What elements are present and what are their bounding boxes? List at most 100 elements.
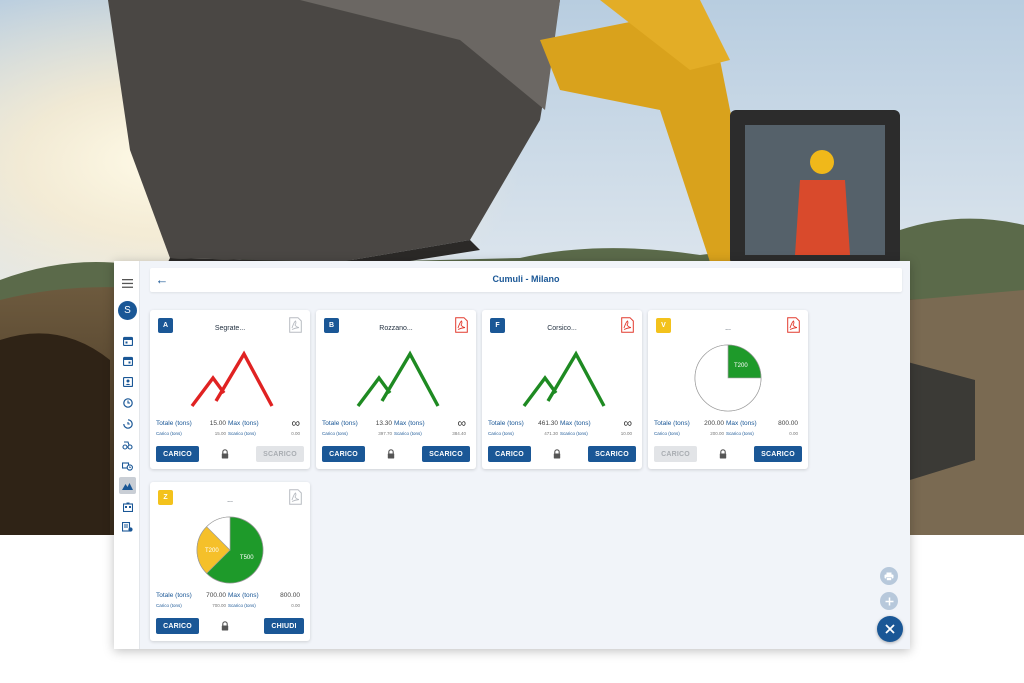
totale-value: 700.00 [206, 592, 226, 599]
max-value: ∞ [623, 416, 632, 430]
pie-slice-label: T200 [734, 363, 748, 369]
lock-icon [387, 449, 395, 459]
history-icon[interactable] [119, 415, 136, 432]
scarico-label: Scarico (tons) [560, 431, 588, 436]
avatar-initial: S [124, 305, 131, 316]
clock-icon[interactable] [119, 394, 136, 411]
totale-label: Totale (tons) [156, 592, 192, 599]
totale-label: Totale (tons) [156, 420, 192, 427]
scarico-value: 0.00 [291, 603, 300, 608]
pie-chart: T500 T200 [196, 516, 264, 584]
totale-value: 461.30 [538, 420, 558, 427]
totale-label: Totale (tons) [488, 420, 524, 427]
calendar-icon[interactable] [119, 332, 136, 349]
carico-label: Carico (tons) [322, 431, 348, 436]
transport-icon[interactable] [119, 436, 136, 453]
mountain-icon [190, 350, 274, 408]
pile-name: Segrate... [214, 325, 246, 332]
pie-slice-label: T200 [205, 548, 219, 554]
totale-value: 15.00 [209, 420, 226, 427]
scarico-button[interactable]: SCARICO [588, 446, 636, 462]
close-fab-button[interactable] [877, 616, 903, 642]
lock-icon [221, 621, 229, 631]
pdf-icon[interactable] [621, 317, 634, 333]
mountain-icon [356, 350, 440, 408]
carico-button[interactable]: CARICO [156, 446, 199, 462]
max-label: Max (tons) [726, 420, 757, 427]
pile-card: V ... T200 Totale (tons) 200.00 Max (ton… [648, 310, 808, 469]
page-title: Cumuli - Milano [492, 274, 560, 284]
pile-name: Corsico... [547, 325, 577, 332]
pie-slice-label: T500 [240, 555, 254, 561]
scarico-button[interactable]: SCARICO [256, 446, 304, 462]
pile-code-badge: B [324, 318, 339, 333]
print-button[interactable] [880, 567, 898, 585]
pile-card: A Segrate... Totale (tons) 15.00 Max (to… [150, 310, 310, 469]
pdf-icon[interactable] [289, 489, 302, 505]
pdf-icon[interactable] [787, 317, 800, 333]
top-bar: ← Cumuli - Milano [150, 268, 902, 292]
scarico-value: 10.00 [620, 431, 632, 436]
print-icon [884, 572, 894, 581]
scarico-button[interactable]: SCARICO [422, 446, 470, 462]
pile-card: Z ... T500 T200 Totale (tons) 700.00 Max … [150, 482, 310, 641]
carico-label: Carico (tons) [156, 603, 182, 608]
carico-button[interactable]: CARICO [488, 446, 531, 462]
chiudi-button[interactable]: CHIUDI [264, 618, 304, 634]
pile-name: Rozzano... [379, 325, 413, 332]
pie-chart: T200 [694, 344, 762, 412]
pile-card: F Corsico... Totale (tons) 461.30 Max (t… [482, 310, 642, 469]
pile-code-badge: F [490, 318, 505, 333]
contact-card-icon[interactable] [119, 373, 136, 390]
close-icon [885, 624, 895, 634]
piles-icon[interactable] [119, 477, 136, 494]
lock-icon [553, 449, 561, 459]
max-label: Max (tons) [228, 420, 259, 427]
pdf-icon[interactable] [455, 317, 468, 333]
avatar[interactable]: S [118, 301, 137, 320]
pdf-icon[interactable] [289, 317, 302, 333]
pile-name: ... [227, 497, 233, 504]
max-value: ∞ [457, 416, 466, 430]
max-label: Max (tons) [394, 420, 425, 427]
scarico-label: Scarico (tons) [726, 431, 754, 436]
max-value: 800.00 [778, 420, 798, 427]
scarico-value: 384.40 [452, 431, 466, 436]
pie-slice [727, 344, 762, 379]
totale-label: Totale (tons) [322, 420, 358, 427]
scarico-value: 0.00 [789, 431, 798, 436]
report-settings-icon[interactable] [119, 518, 136, 535]
scarico-label: Scarico (tons) [228, 431, 256, 436]
carico-button[interactable]: CARICO [654, 446, 697, 462]
carico-button[interactable]: CARICO [156, 618, 199, 634]
add-button[interactable] [880, 592, 898, 610]
calendar-alt-icon[interactable] [119, 352, 136, 369]
menu-icon[interactable] [119, 275, 136, 292]
sidebar: S [114, 261, 140, 649]
building-icon[interactable] [119, 498, 136, 515]
truck-clock-icon[interactable] [119, 457, 136, 474]
carico-value: 15.00 [214, 431, 226, 436]
pile-code-badge: V [656, 318, 671, 333]
app-window: S ← Cumuli - Milano A Segrate... Totale … [114, 261, 910, 649]
max-value: ∞ [291, 416, 300, 430]
max-label: Max (tons) [560, 420, 591, 427]
max-label: Max (tons) [228, 592, 259, 599]
totale-label: Totale (tons) [654, 420, 690, 427]
scarico-label: Scarico (tons) [394, 431, 422, 436]
carico-button[interactable]: CARICO [322, 446, 365, 462]
lock-icon [719, 449, 727, 459]
pile-code-badge: Z [158, 490, 173, 505]
lock-icon [221, 449, 229, 459]
totale-value: 200.00 [704, 420, 724, 427]
add-icon [885, 597, 893, 605]
max-value: 800.00 [280, 592, 300, 599]
mountain-icon [522, 350, 606, 408]
carico-value: 700.00 [212, 603, 226, 608]
carico-value: 397.70 [378, 431, 392, 436]
scarico-label: Scarico (tons) [228, 603, 256, 608]
carico-label: Carico (tons) [156, 431, 182, 436]
carico-value: 200.00 [710, 431, 724, 436]
carico-value: 471.30 [544, 431, 558, 436]
scarico-button[interactable]: SCARICO [754, 446, 802, 462]
